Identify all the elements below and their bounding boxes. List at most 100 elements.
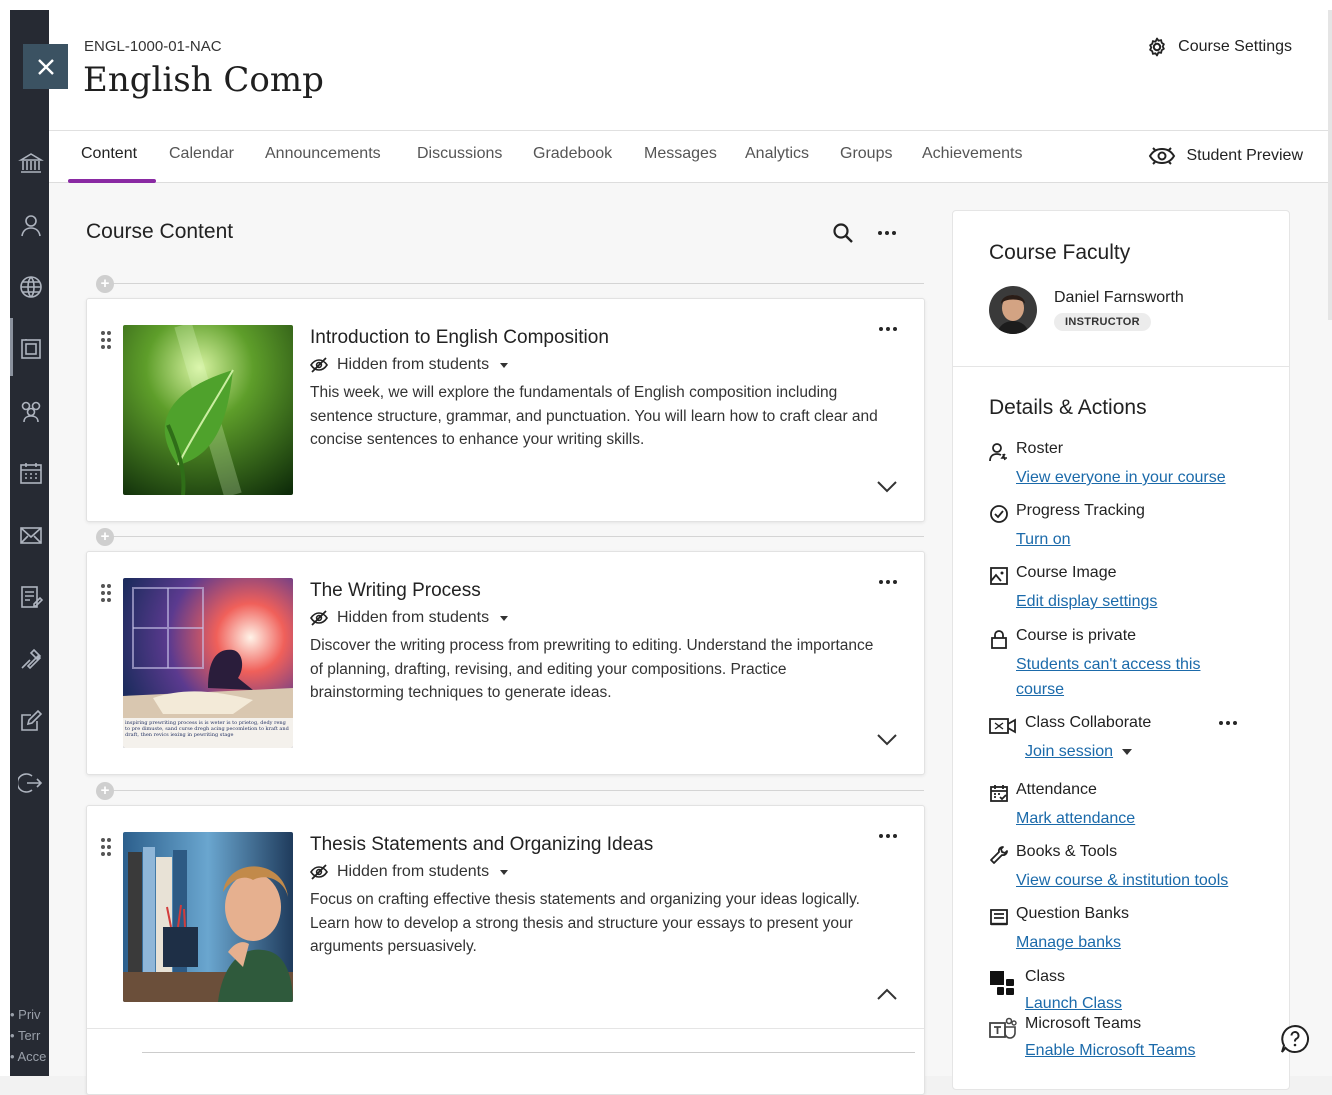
drag-handle-icon[interactable] bbox=[101, 838, 113, 858]
class-collaborate-label: Class Collaborate bbox=[1025, 714, 1152, 731]
visibility-dropdown[interactable]: Hidden from students bbox=[310, 609, 509, 627]
gear-icon bbox=[1149, 37, 1165, 57]
chevron-down-icon[interactable] bbox=[876, 479, 898, 493]
item-more-options-button[interactable] bbox=[876, 574, 900, 590]
course-panel: ENGL-1000-01-NAC English Comp Course Set… bbox=[23, 10, 1332, 1095]
eye-slash-icon bbox=[310, 864, 328, 880]
chevron-up-icon[interactable] bbox=[876, 987, 898, 1001]
content-actions bbox=[832, 222, 898, 244]
global-nav-rail bbox=[10, 10, 49, 1076]
books-tools-label: Books & Tools bbox=[1016, 843, 1118, 860]
help-icon[interactable] bbox=[1280, 1024, 1310, 1054]
enable-teams-link[interactable]: Enable Microsoft Teams bbox=[1025, 1038, 1195, 1063]
content-item-card: Introduction to English Composition Hidd… bbox=[86, 298, 925, 522]
student-preview-label: Student Preview bbox=[1186, 147, 1303, 164]
students-access-link[interactable]: Students can't access this course bbox=[1016, 652, 1200, 702]
content-more-options-button[interactable] bbox=[876, 225, 898, 241]
tab-achievements[interactable]: Achievements bbox=[922, 145, 1023, 163]
add-content-divider: + bbox=[96, 275, 924, 293]
course-sidebar: Course Faculty Daniel Farnsworth INSTRUC… bbox=[952, 210, 1290, 1090]
visibility-dropdown[interactable]: Hidden from students bbox=[310, 356, 509, 374]
content-thumbnail: inspiring prewriting process is is weter… bbox=[123, 578, 293, 748]
courses-icon[interactable] bbox=[18, 336, 42, 360]
progress-tracking-label: Progress Tracking bbox=[1016, 502, 1145, 519]
tab-messages[interactable]: Messages bbox=[644, 145, 717, 163]
chevron-down-icon[interactable] bbox=[876, 732, 898, 746]
collaborate-more-options-button[interactable] bbox=[1217, 716, 1239, 730]
footer-link[interactable]: • Terr bbox=[10, 1025, 46, 1046]
video-camera-icon bbox=[989, 716, 1017, 736]
question-bank-icon bbox=[989, 907, 1009, 927]
add-content-button[interactable]: + bbox=[96, 275, 114, 293]
content-item-title[interactable]: Thesis Statements and Organizing Ideas bbox=[310, 834, 653, 856]
institution-icon[interactable] bbox=[18, 150, 44, 174]
item-more-options-button[interactable] bbox=[876, 321, 900, 337]
drag-handle-icon[interactable] bbox=[101, 584, 113, 604]
avatar[interactable] bbox=[989, 286, 1037, 334]
sign-out-icon[interactable] bbox=[16, 770, 43, 794]
calendar-check-icon bbox=[989, 783, 1009, 803]
footer-link[interactable]: • Acce bbox=[10, 1046, 46, 1067]
launch-class-link[interactable]: Launch Class bbox=[1025, 991, 1122, 1016]
profile-icon[interactable] bbox=[18, 212, 42, 237]
add-content-divider: + bbox=[96, 528, 924, 546]
tab-calendar[interactable]: Calendar bbox=[169, 145, 234, 163]
course-faculty-title: Course Faculty bbox=[989, 241, 1131, 264]
mark-attendance-link[interactable]: Mark attendance bbox=[1016, 806, 1135, 831]
image-icon bbox=[989, 566, 1009, 586]
page-scrollbar[interactable] bbox=[1328, 10, 1332, 320]
content-item-title[interactable]: Introduction to English Composition bbox=[310, 327, 609, 349]
visibility-dropdown[interactable]: Hidden from students bbox=[310, 863, 509, 881]
course-settings-label: Course Settings bbox=[1178, 38, 1292, 55]
course-image-label: Course Image bbox=[1016, 564, 1117, 581]
tab-content[interactable]: Content bbox=[81, 145, 137, 163]
tab-discussions[interactable]: Discussions bbox=[417, 145, 502, 163]
expanded-divider bbox=[87, 1028, 924, 1029]
tab-announcements[interactable]: Announcements bbox=[265, 145, 381, 163]
course-title: English Comp bbox=[83, 60, 324, 100]
item-more-options-button[interactable] bbox=[876, 828, 900, 844]
search-icon[interactable] bbox=[832, 222, 854, 244]
eye-slash-icon bbox=[310, 357, 328, 373]
view-tools-link[interactable]: View course & institution tools bbox=[1016, 868, 1228, 893]
tab-groups[interactable]: Groups bbox=[840, 145, 892, 163]
tools-icon[interactable] bbox=[18, 646, 42, 670]
close-course-button[interactable] bbox=[23, 44, 68, 89]
course-tabs: Content Calendar Announcements Discussio… bbox=[49, 131, 1332, 183]
messages-icon[interactable] bbox=[18, 522, 42, 546]
class-app-icon bbox=[989, 970, 1017, 998]
course-settings-button[interactable]: Course Settings bbox=[1146, 36, 1292, 58]
add-content-button[interactable]: + bbox=[96, 782, 114, 800]
manage-banks-link[interactable]: Manage banks bbox=[1016, 930, 1121, 955]
edit-icon[interactable] bbox=[18, 708, 43, 732]
grades-icon[interactable] bbox=[18, 584, 44, 608]
student-preview-button[interactable]: Student Preview bbox=[1148, 144, 1303, 168]
course-header: ENGL-1000-01-NAC English Comp Course Set… bbox=[23, 10, 1332, 131]
tab-gradebook[interactable]: Gradebook bbox=[533, 145, 612, 163]
student-preview-icon bbox=[1149, 147, 1176, 165]
footer-links: • Priv • Terr • Acce bbox=[10, 1004, 46, 1067]
lock-icon bbox=[989, 629, 1009, 649]
faculty-name[interactable]: Daniel Farnsworth bbox=[1054, 289, 1184, 307]
add-content-button[interactable]: + bbox=[96, 528, 114, 546]
nav-active-indicator bbox=[10, 318, 13, 376]
content-item-card: inspiring prewriting process is is weter… bbox=[86, 551, 925, 775]
microsoft-teams-label: Microsoft Teams bbox=[1025, 1015, 1142, 1032]
expanded-content-line bbox=[142, 1052, 915, 1053]
turn-on-progress-link[interactable]: Turn on bbox=[1016, 527, 1071, 552]
edit-display-settings-link[interactable]: Edit display settings bbox=[1016, 589, 1157, 614]
footer-link[interactable]: • Priv bbox=[10, 1004, 46, 1025]
drag-handle-icon[interactable] bbox=[101, 331, 113, 351]
tab-analytics[interactable]: Analytics bbox=[745, 145, 809, 163]
faculty-role-badge: INSTRUCTOR bbox=[1054, 313, 1151, 331]
content-item-title[interactable]: The Writing Process bbox=[310, 580, 481, 602]
progress-check-icon bbox=[989, 504, 1009, 524]
organizations-icon[interactable] bbox=[18, 398, 42, 423]
thumbnail-caption: inspiring prewriting process is is weter… bbox=[125, 720, 289, 738]
calendar-icon[interactable] bbox=[18, 460, 42, 484]
join-session-link[interactable]: Join session bbox=[1025, 739, 1133, 764]
view-roster-link[interactable]: View everyone in your course bbox=[1016, 465, 1226, 490]
activity-globe-icon[interactable] bbox=[18, 274, 42, 298]
teams-icon bbox=[989, 1017, 1017, 1041]
wrench-icon bbox=[989, 845, 1009, 865]
